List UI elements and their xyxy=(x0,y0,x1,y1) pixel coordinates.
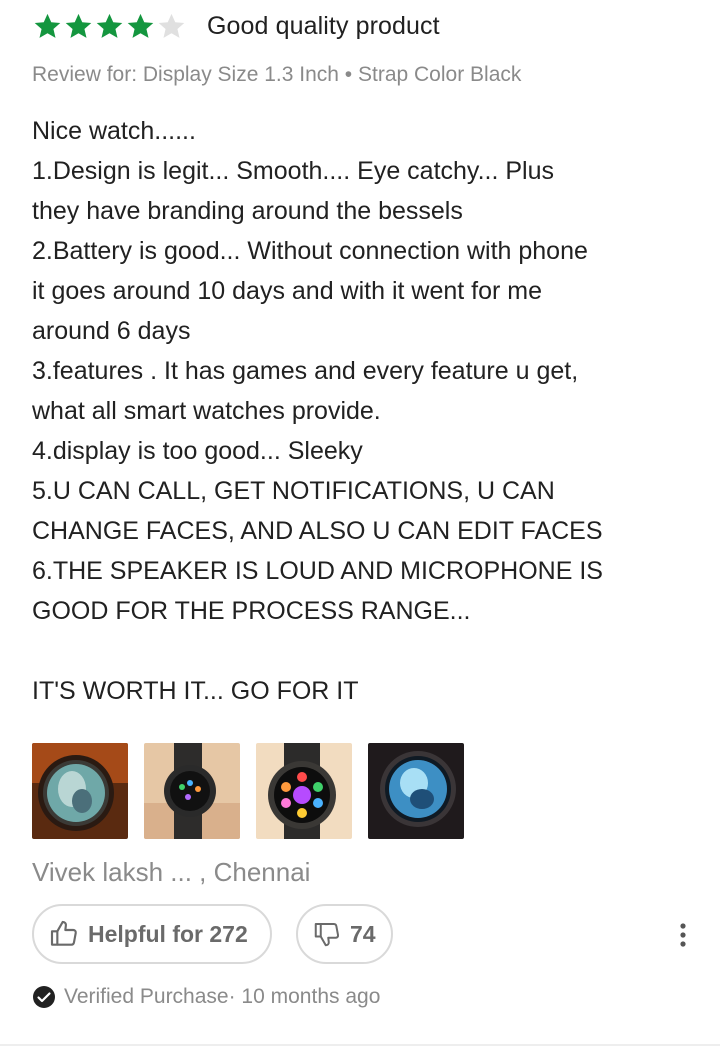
helpful-button[interactable]: Helpful for 272 xyxy=(32,904,272,964)
not-helpful-count: 74 xyxy=(350,920,376,947)
review-photo-2[interactable] xyxy=(144,743,240,839)
review-body-line: IT'S WORTH IT... GO FOR IT xyxy=(32,677,359,705)
star-rating xyxy=(32,11,187,42)
verified-label: Verified Purchase xyxy=(64,985,229,1008)
star-filled-icon xyxy=(34,13,61,38)
review-body-line: CHANGE FACES, AND ALSO U CAN EDIT FACES xyxy=(32,517,603,545)
thumbs-up-icon xyxy=(50,920,77,946)
review-body-line: they have branding around the bessels xyxy=(32,197,463,225)
review-body-line: what all smart watches provide. xyxy=(32,397,381,425)
review-body-line: 3.features . It has games and every feat… xyxy=(32,357,579,385)
review-body-line: 5.U CAN CALL, GET NOTIFICATIONS, U CAN xyxy=(32,477,555,505)
review-body-line: GOOD FOR THE PROCESS RANGE... xyxy=(32,597,471,625)
review-body-line xyxy=(32,631,712,671)
divider xyxy=(0,1044,720,1046)
star-empty-icon xyxy=(158,13,185,38)
review-body: Nice watch...... 1.Design is legit... Smo… xyxy=(32,111,712,711)
review-photo-3[interactable] xyxy=(256,743,352,839)
verified-check-icon xyxy=(33,986,55,1008)
review-body-line: 1.Design is legit... Smooth.... Eye catc… xyxy=(32,157,554,185)
review-photo-1[interactable] xyxy=(32,743,128,839)
star-filled-icon xyxy=(127,13,154,38)
review-body-line: around 6 days xyxy=(32,317,191,345)
thumbs-down-icon xyxy=(314,923,340,947)
review-body-line: 4.display is too good... Sleeky xyxy=(32,437,363,465)
reviewer-name: Vivek laksh ... , Chennai xyxy=(32,857,311,887)
verified-purchase: Verified Purchase · 10 months ago xyxy=(32,985,380,1009)
review-time: · 10 months ago xyxy=(228,985,381,1008)
helpful-label: Helpful for 272 xyxy=(88,920,248,947)
star-filled-icon xyxy=(65,13,92,38)
not-helpful-button[interactable]: 74 xyxy=(296,904,393,964)
review-photos xyxy=(32,743,464,839)
review-variant: Review for: Display Size 1.3 Inch • Stra… xyxy=(32,63,522,86)
star-filled-icon xyxy=(96,13,123,38)
review-title: Good quality product xyxy=(207,11,440,40)
review-header: Good quality product xyxy=(32,8,440,44)
more-options-icon[interactable] xyxy=(668,920,698,950)
review-body-line: it goes around 10 days and with it went … xyxy=(32,277,543,305)
review-photo-4[interactable] xyxy=(368,743,464,839)
review-body-line: Nice watch...... xyxy=(32,117,196,145)
review-body-line: 6.THE SPEAKER IS LOUD AND MICROPHONE IS xyxy=(32,557,603,585)
review-body-line: 2.Battery is good... Without connection … xyxy=(32,237,588,265)
